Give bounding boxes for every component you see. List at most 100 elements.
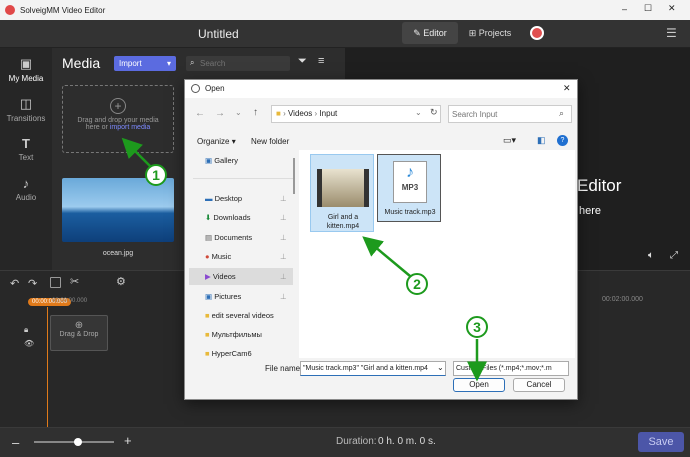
nav-label: My Media: [8, 74, 44, 83]
playhead[interactable]: [47, 307, 48, 428]
recent-dropdown-icon[interactable]: ⌄: [235, 108, 242, 117]
cancel-button[interactable]: Cancel: [513, 378, 565, 392]
filter-icon[interactable]: ⏷: [298, 55, 307, 68]
editor-tab[interactable]: ✎ Editor: [402, 22, 458, 44]
filetype-select[interactable]: Custom Files (*.mp4;*.mov;*.m: [453, 361, 569, 376]
dialog-search-box[interactable]: ⌕: [448, 105, 572, 123]
fullscreen-icon[interactable]: ⤢: [670, 250, 678, 261]
zoom-slider[interactable]: [34, 438, 114, 446]
refresh-icon[interactable]: ↻: [430, 107, 438, 118]
back-arrow-icon[interactable]: ←: [195, 108, 205, 119]
media-search-box[interactable]: ⌕: [186, 56, 290, 71]
help-icon[interactable]: ?: [557, 135, 568, 146]
minimize-button[interactable]: –: [622, 4, 627, 14]
add-track-icon: ⊕: [74, 320, 84, 331]
sidebar-item-downloads[interactable]: ⬇ Downloads ⊥: [205, 213, 287, 222]
file-item-audio[interactable]: ♪ MP3 Music track.mp3: [377, 154, 441, 222]
folder-icon: ■: [205, 349, 210, 358]
sidebar-label: Music: [211, 252, 232, 261]
videos-icon: ▶: [205, 272, 211, 281]
drop-zone[interactable]: + Drag and drop your media here or impor…: [62, 85, 174, 153]
sort-icon[interactable]: ≡: [318, 55, 324, 67]
dialog-search-input[interactable]: [452, 108, 552, 120]
downloads-icon: ⬇: [205, 213, 212, 222]
drop-target-track[interactable]: ⊕ Drag & Drop: [50, 315, 108, 351]
user-avatar[interactable]: [530, 26, 544, 40]
media-thumbnail-ocean[interactable]: [62, 178, 174, 242]
up-arrow-icon[interactable]: ↑: [253, 107, 258, 118]
audio-icon: ♪: [22, 176, 30, 191]
transitions-icon: ◫: [19, 96, 33, 111]
ruler-start-tick: 00:00:00.000: [52, 298, 88, 304]
sidebar-item-folder[interactable]: ■ edit several videos: [205, 311, 274, 320]
sidebar-item-folder[interactable]: ■ Мультфильмы: [205, 330, 262, 339]
path-part[interactable]: Videos: [288, 109, 312, 118]
path-part[interactable]: Input: [319, 109, 337, 118]
folder-icon: ■: [205, 311, 210, 320]
file-name: Girl and a kitten.mp4: [326, 214, 360, 230]
pin-icon: ⊥: [280, 252, 287, 261]
documents-icon: ▤: [205, 233, 213, 242]
media-title: Media: [62, 55, 101, 71]
track-visibility-icon[interactable]: 👁︎: [24, 339, 34, 348]
gallery-icon: ▣: [205, 156, 213, 165]
volume-icon[interactable]: 🔈︎: [648, 250, 654, 261]
open-file-dialog: Open ✕ ← → ⌄ ↑ ■ › Videos › Input ⌄ ↻ ⌕ …: [184, 79, 578, 400]
preview-pane-icon[interactable]: ◧: [537, 135, 546, 146]
cut-icon[interactable]: ✂: [70, 275, 79, 288]
film-icon: ▣: [19, 56, 33, 71]
save-button[interactable]: Save: [638, 432, 684, 452]
sidebar-item-documents[interactable]: ▤ Documents ⊥: [205, 233, 287, 242]
dialog-close-button[interactable]: ✕: [563, 83, 571, 94]
new-folder-button[interactable]: New folder: [251, 137, 289, 146]
close-window-button[interactable]: ✕: [668, 3, 676, 14]
sidebar-item-videos[interactable]: ▶ Videos ⊥: [189, 268, 293, 285]
nav-my-media[interactable]: ▣ My Media: [0, 56, 52, 83]
nav-text[interactable]: T Text: [0, 136, 52, 162]
track-lock-icon[interactable]: 🔒︎: [24, 325, 28, 335]
sidebar-scrollbar[interactable]: [293, 158, 295, 194]
sidebar-item-pictures[interactable]: ▣ Pictures ⊥: [205, 292, 287, 301]
sidebar-item-gallery[interactable]: ▣ Gallery: [205, 156, 238, 165]
nav-label: Audio: [15, 193, 37, 202]
file-item-video[interactable]: Girl and a kitten.mp4: [310, 154, 374, 232]
maximize-button[interactable]: ☐: [644, 3, 652, 14]
undo-icon[interactable]: ↶: [10, 277, 19, 290]
hamburger-menu-icon[interactable]: ☰: [666, 26, 677, 40]
sidebar-label: Desktop: [214, 194, 243, 203]
projects-label: Projects: [478, 28, 512, 38]
import-button[interactable]: Import ▾: [114, 56, 176, 71]
zoom-slider-knob[interactable]: [74, 438, 82, 446]
sidebar-item-music[interactable]: ● Music ⊥: [205, 252, 287, 261]
path-sep-icon: ›: [314, 109, 318, 118]
organize-menu[interactable]: Organize ▾: [197, 137, 236, 146]
drop-text-2: here or: [85, 124, 108, 131]
sidebar-label: Мультфильмы: [211, 330, 262, 339]
zoom-out-icon[interactable]: –: [12, 435, 19, 450]
import-media-link[interactable]: import media: [110, 124, 150, 131]
editor-icon: ✎: [413, 28, 421, 38]
projects-tab[interactable]: ⊞ Projects: [462, 22, 518, 44]
search-icon: ⌕: [559, 108, 565, 118]
sidebar-label: edit several videos: [211, 311, 274, 320]
open-button[interactable]: Open: [453, 378, 505, 392]
pin-icon: ⊥: [280, 194, 287, 203]
nav-transitions[interactable]: ◫ Transitions: [0, 96, 52, 123]
view-options-icon[interactable]: ▭▾: [503, 135, 516, 146]
nav-audio[interactable]: ♪ Audio: [0, 176, 52, 202]
delete-icon[interactable]: [50, 277, 61, 288]
address-dropdown-icon[interactable]: ⌄: [415, 108, 422, 117]
filename-input[interactable]: "Music track.mp3" "Girl and a kitten.mp4: [300, 361, 446, 376]
settings-icon[interactable]: ⚙: [116, 275, 126, 288]
sidebar-divider: [193, 178, 293, 179]
media-search-input[interactable]: [200, 57, 286, 69]
drag-drop-label: Drag & Drop: [59, 331, 99, 338]
filename-dropdown-icon[interactable]: ⌄: [437, 363, 444, 372]
redo-icon[interactable]: ↷: [28, 277, 37, 290]
forward-arrow-icon[interactable]: →: [215, 108, 225, 119]
path-sep-icon: ›: [283, 109, 286, 118]
sidebar-item-folder[interactable]: ■ HyperCam6: [205, 349, 252, 358]
sidebar-item-desktop[interactable]: ▬ Desktop ⊥: [205, 194, 287, 203]
organize-label: Organize: [197, 137, 230, 146]
zoom-in-icon[interactable]: +: [124, 433, 132, 448]
